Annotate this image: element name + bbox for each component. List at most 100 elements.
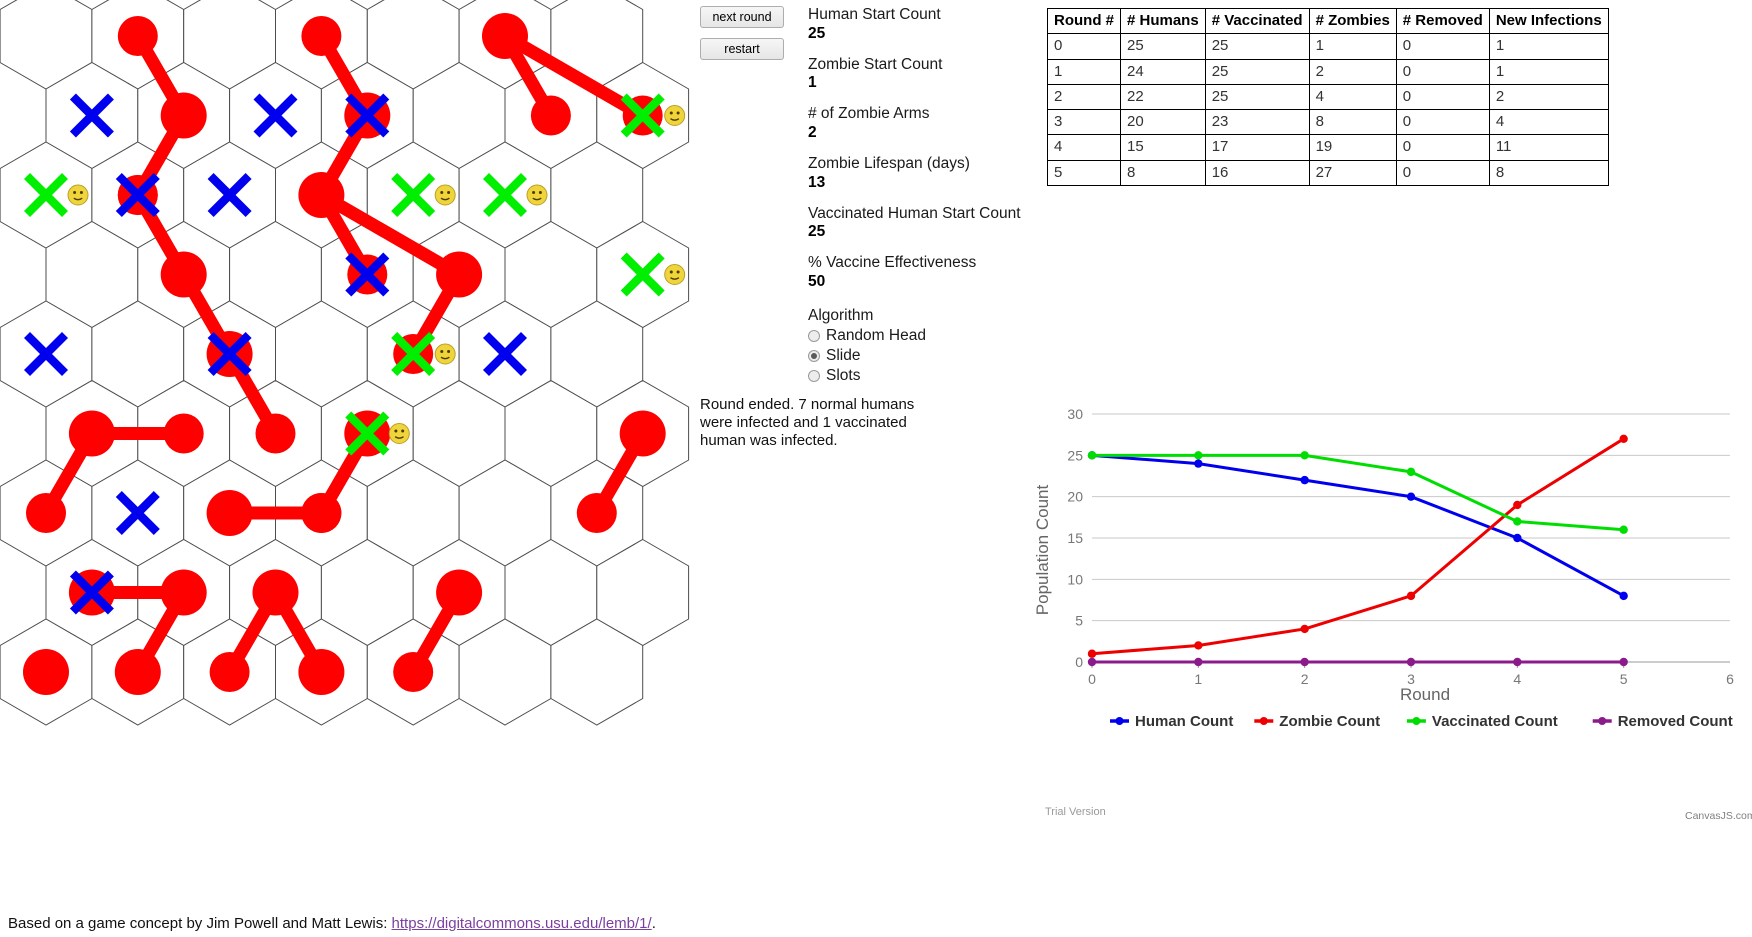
zombie-head bbox=[436, 569, 483, 616]
algorithm-title: Algorithm bbox=[808, 306, 874, 324]
param-label-zombie-arms: # of Zombie Arms bbox=[808, 105, 930, 123]
table-cell: 1 bbox=[1308, 33, 1397, 60]
table-cell: 0 bbox=[1395, 108, 1490, 136]
table-cell: 25 bbox=[1204, 58, 1310, 85]
chart-point bbox=[1619, 525, 1628, 534]
next-round-button[interactable]: next round bbox=[700, 6, 784, 28]
chart-y-axis-ticks: 0 5 10 15 20 25 30 bbox=[1067, 406, 1083, 670]
chart-point bbox=[1194, 451, 1203, 460]
table-cell: 2 bbox=[1047, 83, 1121, 111]
table-cell: 20 bbox=[1120, 108, 1206, 136]
chart-point bbox=[1087, 649, 1097, 658]
table-row: 0 25 25 1 0 1 bbox=[1047, 33, 1609, 60]
algorithm-label-slots[interactable]: Slots bbox=[826, 367, 860, 385]
footer-link[interactable]: https://digitalcommons.usu.edu/lemb/1/ bbox=[392, 915, 652, 932]
zombie-hand bbox=[393, 652, 434, 692]
chart-x-tick-label: 6 bbox=[1726, 671, 1734, 687]
hex-board-canvas[interactable] bbox=[0, 0, 700, 810]
table-header-5: New Infections bbox=[1488, 7, 1609, 35]
smiley-face-icon bbox=[664, 264, 686, 285]
table-cell: 0 bbox=[1395, 33, 1490, 60]
chart-point bbox=[1513, 517, 1522, 526]
table-header-3: # Zombies bbox=[1308, 7, 1397, 35]
chart-watermark: Trial Version bbox=[1045, 806, 1106, 818]
chart-point bbox=[1087, 657, 1097, 667]
chart-point bbox=[1619, 657, 1628, 667]
chart-y-tick-label: 5 bbox=[1075, 613, 1083, 629]
table-cell: 0 bbox=[1047, 33, 1121, 60]
table-cell: 22 bbox=[1120, 83, 1206, 111]
smiley-face-icon bbox=[388, 423, 410, 444]
table-cell: 2 bbox=[1488, 83, 1609, 111]
restart-button[interactable]: restart bbox=[700, 38, 784, 60]
param-value-zombie-start-count: 1 bbox=[808, 74, 817, 92]
table-cell: 0 bbox=[1395, 159, 1490, 186]
zombie-hand bbox=[209, 652, 250, 692]
table-header-2: # Vaccinated bbox=[1204, 7, 1310, 35]
chart-point bbox=[1406, 657, 1416, 667]
zombie-hand bbox=[255, 413, 296, 454]
table-cell: 16 bbox=[1204, 159, 1310, 186]
legend-item-vaccinated-count[interactable]: Vaccinated Count bbox=[1406, 713, 1558, 730]
table-cell: 24 bbox=[1120, 58, 1206, 85]
chart-point bbox=[1513, 533, 1522, 543]
table-cell: 1 bbox=[1047, 58, 1121, 85]
table-cell: 15 bbox=[1120, 134, 1206, 161]
svg-text:Removed Count: Removed Count bbox=[1618, 713, 1733, 730]
chart-point bbox=[1406, 492, 1416, 501]
table-cell: 11 bbox=[1488, 134, 1609, 161]
table-body: 0 25 25 1 0 1 1 24 25 2 0 1 2 22 25 4 0 2 3 20 23 8 0 4 4 15 17 19 0… bbox=[1047, 33, 1609, 186]
legend-item-human-count[interactable]: Human Count bbox=[1110, 713, 1233, 730]
radio-slide-icon[interactable] bbox=[808, 349, 820, 362]
footer-text-after: . bbox=[651, 915, 656, 932]
table-cell: 27 bbox=[1308, 159, 1397, 186]
legend-item-zombie-count[interactable]: Zombie Count bbox=[1254, 713, 1380, 730]
algorithm-option-random-head[interactable]: Random Head bbox=[808, 327, 1058, 345]
parameters-panel: Human Start Count 25 Zombie Start Count … bbox=[808, 6, 1058, 385]
smiley-face-icon bbox=[434, 184, 456, 206]
chart-line-human-count bbox=[1090, 453, 1626, 598]
chart-y-axis-label: Population Count bbox=[1033, 485, 1052, 616]
param-value-vaccine-effectiveness: 50 bbox=[808, 272, 826, 290]
chart-y-tick-label: 30 bbox=[1067, 406, 1083, 422]
algorithm-option-slots[interactable]: Slots bbox=[808, 367, 1058, 385]
table-cell: 1 bbox=[1488, 58, 1609, 85]
chart-line-vaccinated-count bbox=[1090, 453, 1626, 532]
hex-board[interactable] bbox=[0, 0, 700, 810]
zombie-head bbox=[160, 92, 207, 139]
algorithm-option-slide[interactable]: Slide bbox=[808, 347, 1058, 365]
zombie-simulation-app: next round restart Human Start Count 25 … bbox=[0, 0, 1752, 937]
chart-x-tick-label: 4 bbox=[1513, 671, 1521, 687]
zombie-head bbox=[206, 490, 253, 536]
param-value-zombie-lifespan: 13 bbox=[808, 173, 826, 191]
param-label-zombie-start-count: Zombie Start Count bbox=[808, 55, 943, 73]
chart-point bbox=[1300, 475, 1309, 485]
zombie-head bbox=[114, 649, 161, 695]
chart-legend[interactable]: Human Count Zombie Count Vaccinated Count R… bbox=[1110, 713, 1733, 730]
table-cell: 0 bbox=[1395, 134, 1490, 161]
legend-item-removed-count[interactable]: Removed Count bbox=[1592, 713, 1733, 730]
chart-point bbox=[1300, 624, 1309, 634]
table-cell: 25 bbox=[1120, 33, 1206, 60]
table-cell: 8 bbox=[1308, 108, 1397, 136]
chart-point bbox=[1619, 591, 1628, 601]
chart-point bbox=[1406, 467, 1416, 477]
radio-random-head-icon[interactable] bbox=[808, 329, 820, 342]
chart-point bbox=[1194, 657, 1203, 667]
zombie-head bbox=[298, 649, 345, 695]
table-header-4: # Removed bbox=[1395, 7, 1490, 35]
param-value-vaccinated-start-count: 25 bbox=[808, 223, 826, 241]
table-row: 1 24 25 2 0 1 bbox=[1047, 58, 1609, 85]
table-cell: 23 bbox=[1204, 108, 1310, 136]
algorithm-label-slide[interactable]: Slide bbox=[826, 347, 860, 365]
zombie-head bbox=[436, 251, 483, 298]
table-header-0: Round # bbox=[1047, 7, 1121, 35]
table-cell: 1 bbox=[1488, 33, 1609, 60]
smiley-face-icon bbox=[664, 105, 686, 126]
chart-x-tick-label: 2 bbox=[1301, 671, 1309, 687]
table-cell: 4 bbox=[1488, 108, 1609, 136]
zombie-head bbox=[23, 649, 69, 695]
table-cell: 8 bbox=[1120, 159, 1206, 186]
algorithm-label-random-head[interactable]: Random Head bbox=[826, 327, 926, 345]
radio-slots-icon[interactable] bbox=[808, 369, 820, 382]
